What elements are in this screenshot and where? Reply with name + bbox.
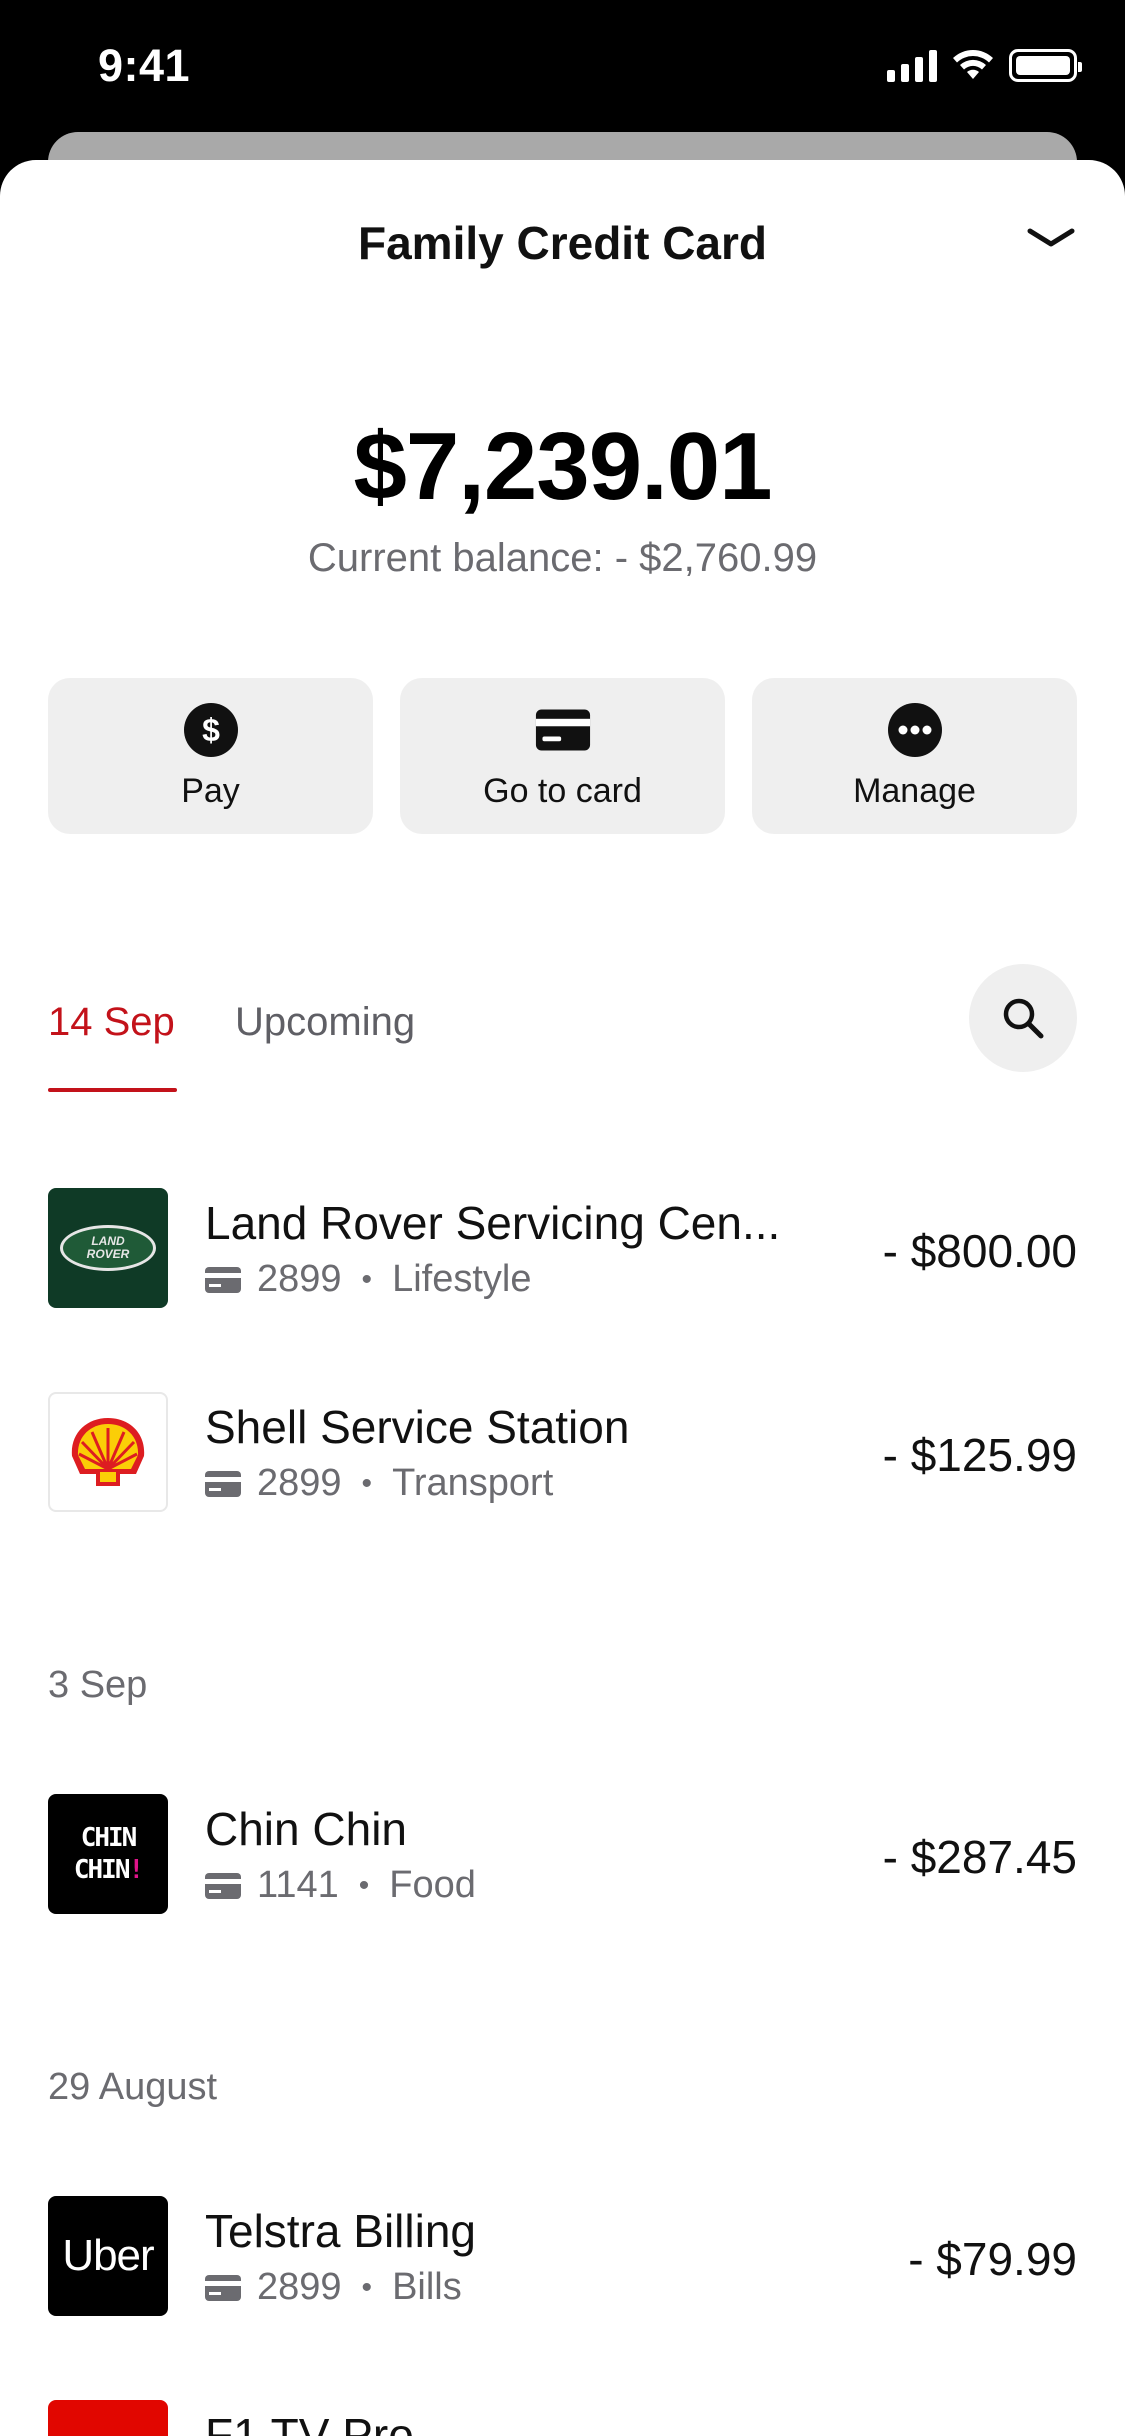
search-button[interactable]: [969, 964, 1077, 1072]
transaction-row[interactable]: F1 TV Pro: [48, 2400, 1077, 2436]
action-buttons: $ Pay Go to card Manage: [48, 678, 1077, 834]
transaction-amount: - $287.45: [882, 1831, 1077, 1883]
status-icons: [887, 48, 1082, 82]
current-balance: Current balance: - $2,760.99: [307, 536, 818, 580]
card-number: 1141: [257, 1864, 339, 1906]
shell-logo: [48, 1392, 168, 1512]
chevron-down-icon[interactable]: [1025, 222, 1077, 256]
card-number: 2899: [257, 1258, 342, 1300]
manage-button[interactable]: Manage: [752, 678, 1077, 834]
search-icon: [1003, 998, 1044, 1039]
balance-amount: $7,239.01: [353, 413, 772, 520]
pay-button[interactable]: $ Pay: [48, 678, 373, 834]
transaction-amount: - $125.99: [882, 1429, 1077, 1481]
merchant-name: Land Rover Servicing Cen...: [205, 1197, 781, 1249]
go-to-card-label: Go to card: [483, 771, 642, 810]
tab-14-sep[interactable]: 14 Sep: [48, 1000, 175, 1045]
transaction-row[interactable]: Uber Telstra Billing 2899 • Bills - $79.…: [48, 2196, 1077, 2316]
wifi-icon: [953, 50, 993, 79]
card-sheet: Family Credit Card $7,239.01 Current bal…: [0, 160, 1125, 2436]
more-horizontal-icon: [887, 702, 943, 758]
active-tab-indicator: [48, 1088, 177, 1092]
cellular-signal-icon: [887, 48, 937, 82]
battery-icon: [1009, 48, 1082, 82]
category: Food: [389, 1864, 476, 1906]
manage-label: Manage: [853, 771, 976, 810]
transaction-row[interactable]: CHIN CHIN! Chin Chin 1141 • Food - $287.…: [48, 1794, 1077, 1914]
card-icon: [205, 2274, 241, 2301]
f1-logo: [48, 2400, 168, 2436]
credit-card-icon: [535, 702, 591, 758]
go-to-card-button[interactable]: Go to card: [400, 678, 725, 834]
land-rover-logo: LAND ROVER: [48, 1188, 168, 1308]
card-number: 2899: [257, 1462, 342, 1504]
card-icon: [205, 1872, 241, 1899]
transaction-meta: 2899 • Lifestyle: [205, 1258, 531, 1301]
transaction-row[interactable]: LAND ROVER Land Rover Servicing Cen... 2…: [48, 1188, 1077, 1308]
category: Bills: [392, 2266, 462, 2308]
category: Lifestyle: [392, 1258, 532, 1300]
date-header: 3 Sep: [48, 1664, 148, 1706]
transaction-amount: - $79.99: [908, 2233, 1077, 2285]
uber-logo: Uber: [48, 2196, 168, 2316]
transaction-row[interactable]: Shell Service Station 2899 • Transport -…: [48, 1392, 1077, 1512]
transaction-meta: 1141 • Food: [205, 1864, 476, 1907]
status-bar: 9:41: [0, 0, 1125, 135]
pay-label: Pay: [181, 771, 240, 810]
tab-upcoming[interactable]: Upcoming: [235, 1000, 415, 1045]
chin-chin-logo: CHIN CHIN!: [48, 1794, 168, 1914]
card-icon: [205, 1470, 241, 1497]
status-time: 9:41: [98, 40, 191, 91]
sheet-title: Family Credit Card: [358, 217, 767, 269]
date-header: 29 August: [48, 2066, 218, 2108]
card-number: 2899: [257, 2266, 342, 2308]
merchant-name: Telstra Billing: [205, 2205, 476, 2257]
transaction-amount: - $800.00: [882, 1225, 1077, 1277]
card-icon: [205, 1266, 241, 1293]
dollar-circle-icon: $: [183, 702, 239, 758]
category: Transport: [392, 1462, 554, 1504]
merchant-name: Shell Service Station: [205, 1401, 630, 1453]
merchant-name: F1 TV Pro: [205, 2409, 414, 2436]
svg-text:$: $: [202, 712, 220, 748]
transaction-meta: 2899 • Bills: [205, 2266, 462, 2309]
transaction-meta: 2899 • Transport: [205, 1462, 553, 1505]
date-tabs: 14 Sep Upcoming: [48, 964, 1077, 1114]
merchant-name: Chin Chin: [205, 1803, 407, 1855]
